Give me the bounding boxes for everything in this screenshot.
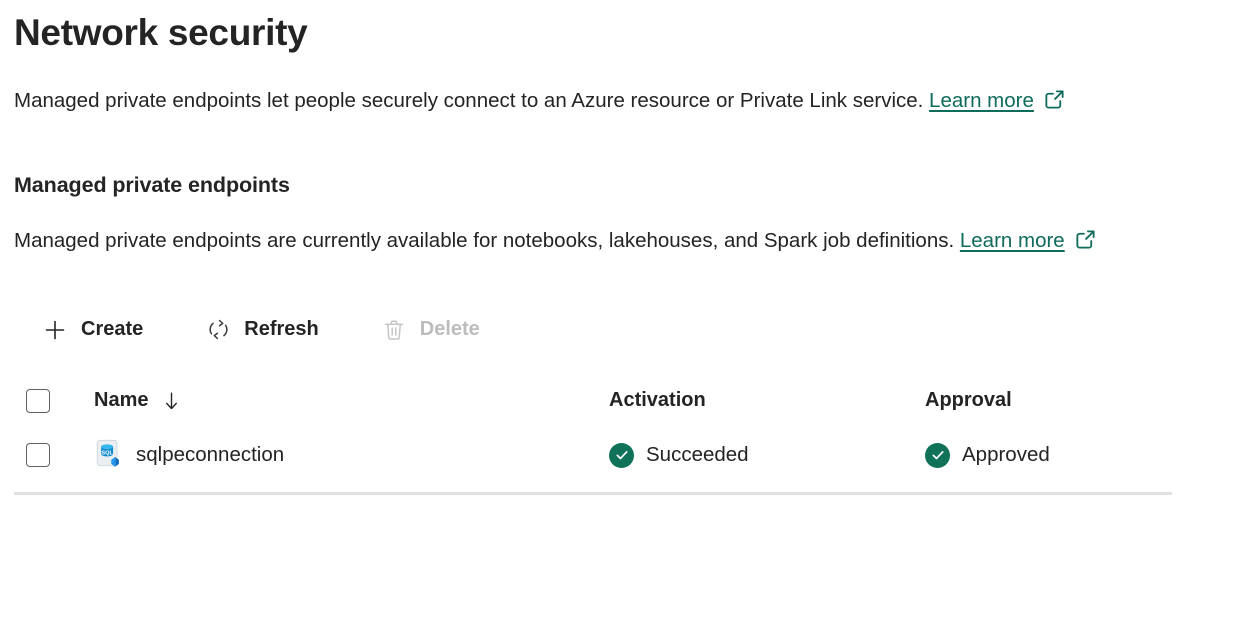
section-title: Managed private endpoints (14, 125, 1258, 198)
svg-text:SQL: SQL (101, 450, 113, 456)
intro-description: Managed private endpoints let people sec… (14, 53, 1159, 125)
approval-status: Approved (925, 443, 1172, 468)
row-approval-cell: Approved (925, 443, 1172, 468)
column-header-name[interactable]: Name (94, 389, 609, 412)
row-checkbox[interactable] (26, 443, 50, 467)
column-header-activation-label: Activation (609, 389, 925, 412)
create-button[interactable]: Create (40, 313, 145, 347)
column-header-activation[interactable]: Activation (609, 389, 925, 412)
intro-text: Managed private endpoints let people sec… (14, 89, 929, 112)
table-row[interactable]: SQL sqlpeconnection Succeeded (14, 427, 1172, 484)
approval-status-label: Approved (962, 443, 1050, 467)
refresh-button[interactable]: Refresh (203, 313, 320, 347)
refresh-icon (205, 317, 231, 343)
create-button-label: Create (81, 318, 143, 341)
intro-learn-more-link[interactable]: Learn more (929, 89, 1034, 112)
column-header-approval-label: Approval (925, 389, 1172, 412)
section-description: Managed private endpoints are currently … (14, 198, 1159, 265)
row-name-cell: SQL sqlpeconnection (94, 438, 609, 473)
section-learn-more-link[interactable]: Learn more (960, 229, 1065, 252)
open-in-new-icon[interactable] (1043, 84, 1066, 125)
page-title: Network security (14, 0, 1258, 53)
select-all-cell (14, 389, 94, 413)
sort-descending-arrow-icon (162, 390, 181, 412)
open-in-new-icon[interactable] (1074, 224, 1097, 265)
row-name-label[interactable]: sqlpeconnection (136, 443, 284, 467)
activation-status: Succeeded (609, 443, 925, 468)
row-select-cell (14, 443, 94, 467)
section-text: Managed private endpoints are currently … (14, 229, 960, 252)
table-bottom-divider (14, 492, 1172, 495)
select-all-checkbox[interactable] (26, 389, 50, 413)
checkmark-circle-icon (609, 443, 634, 468)
command-toolbar: Create Refresh Delete (14, 265, 1258, 347)
checkmark-circle-icon (925, 443, 950, 468)
azure-sql-database-icon: SQL (94, 438, 124, 473)
table-header-row: Name Activation Approval (14, 375, 1172, 427)
activation-status-label: Succeeded (646, 443, 749, 467)
delete-button: Delete (379, 313, 482, 347)
trash-icon (381, 317, 407, 343)
network-security-page: Network security Managed private endpoin… (0, 0, 1258, 495)
managed-private-endpoints-table: Name Activation Approval (14, 347, 1172, 495)
refresh-button-label: Refresh (244, 318, 318, 341)
delete-button-label: Delete (420, 318, 480, 341)
plus-icon (42, 317, 68, 343)
row-activation-cell: Succeeded (609, 443, 925, 468)
column-header-approval[interactable]: Approval (925, 389, 1172, 412)
column-header-name-label: Name (94, 389, 148, 412)
